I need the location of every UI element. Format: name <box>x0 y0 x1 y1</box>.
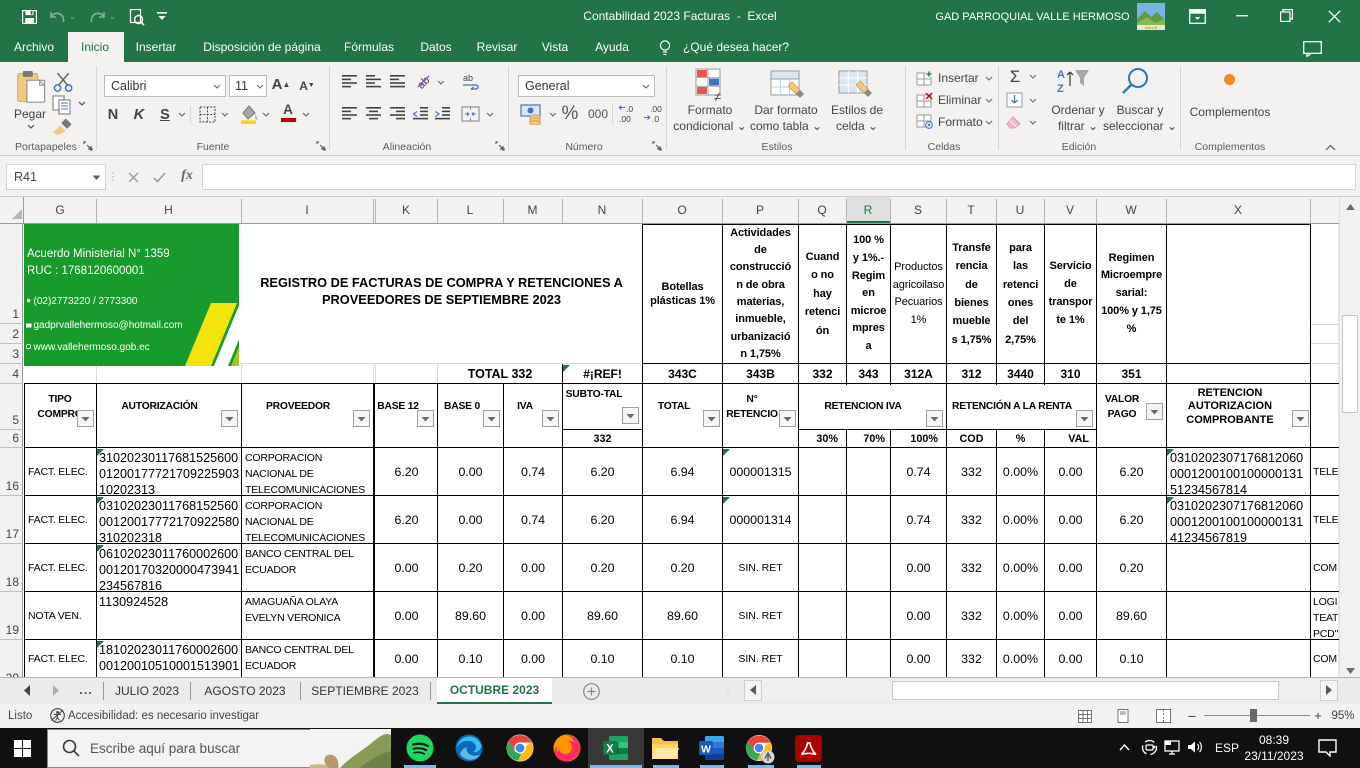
svg-text:W: W <box>701 743 711 755</box>
svg-text:X: X <box>606 744 614 756</box>
